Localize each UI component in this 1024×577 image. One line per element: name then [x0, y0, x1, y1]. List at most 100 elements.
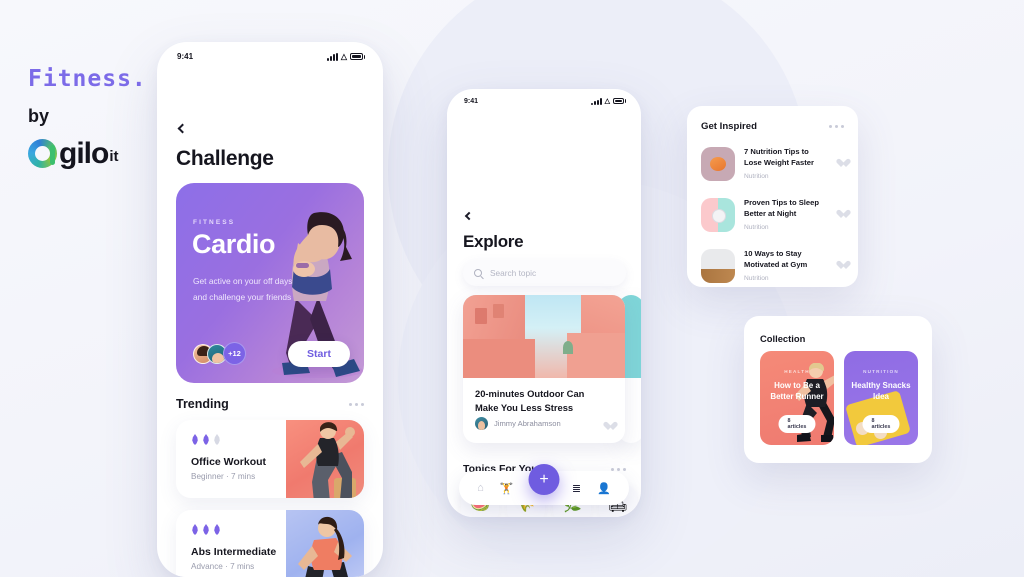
collection-card[interactable]: HEALTH How to Be a Better Runner 8 artic… — [760, 351, 834, 445]
collection-count: 8 articles — [778, 415, 816, 433]
collection-cards: HEALTH How to Be a Better Runner 8 artic… — [760, 351, 918, 445]
more-horizontal-icon[interactable] — [829, 125, 844, 128]
article-tag: Nutrition — [744, 223, 769, 231]
nav-feed-icon[interactable]: ≣ — [572, 482, 581, 495]
section-title: Trending — [176, 397, 229, 411]
section-title: Collection — [760, 333, 806, 344]
featured-image — [463, 295, 625, 378]
nav-workout-icon[interactable]: 🏋 — [500, 482, 514, 495]
difficulty-flames — [191, 524, 221, 535]
brand-block: Fitness. by gilo it — [28, 66, 147, 168]
status-indicators: △ — [590, 97, 624, 105]
article-title: 7 Nutrition Tips to Lose Weight Faster — [744, 147, 814, 167]
search-input[interactable]: Search topic — [463, 260, 626, 286]
trending-item-meta: Beginner · 7 mins — [191, 472, 256, 481]
card-kicker: FITNESS — [193, 219, 236, 226]
battery-icon — [613, 98, 624, 104]
phone-explore: 9:41 △ Explore Search topic 20-minutes O… — [447, 89, 641, 517]
featured-author-row: Jimmy Abrahamson — [475, 417, 561, 430]
building-right-lower — [567, 333, 625, 378]
brand-by-label: by — [28, 106, 50, 126]
workout-photo — [300, 422, 356, 498]
collection-panel: Collection HEALTH How to Be a Better Run… — [744, 316, 932, 463]
flame-icon — [202, 434, 210, 445]
agilo-suffix: it — [109, 148, 119, 165]
flame-icon — [202, 524, 210, 535]
section-title: Get Inspired — [701, 121, 757, 132]
add-button[interactable]: + — [528, 464, 560, 495]
agilo-logo: gilo it — [28, 136, 147, 170]
featured-article-card[interactable]: 20-minutes Outdoor Can Make You Less Str… — [463, 295, 625, 443]
collection-name: How to Be a Better Runner — [770, 381, 824, 402]
back-button[interactable] — [177, 123, 188, 134]
collection-name: Healthy Snacks Idea — [851, 381, 911, 402]
page-title: Explore — [463, 232, 524, 251]
featured-carousel[interactable]: 20-minutes Outdoor Can Make You Less Str… — [463, 295, 641, 443]
article-body: 10 Ways to Stay Motivated at Gym Nutriti… — [744, 249, 828, 282]
article-title: Proven Tips to Sleep Better at Night — [744, 198, 819, 218]
brand-title: Fitness. — [28, 66, 147, 92]
search-placeholder: Search topic — [490, 268, 537, 278]
avatar — [475, 417, 488, 430]
trending-item-name: Abs Intermediate — [191, 546, 277, 558]
phone-challenge: 9:41 △ Challenge FITNESS Cardio Get acti… — [157, 42, 383, 577]
agilo-wordmark: gilo — [59, 136, 109, 170]
trending-item-name: Office Workout — [191, 456, 267, 468]
phone-notch — [224, 42, 316, 62]
author-name: Jimmy Abrahamson — [494, 419, 561, 428]
wifi-icon: △ — [604, 98, 610, 105]
heart-icon[interactable] — [604, 422, 613, 431]
wifi-icon: △ — [340, 52, 347, 61]
participants-count-badge[interactable]: +12 — [223, 342, 246, 365]
article-title: 10 Ways to Stay Motivated at Gym — [744, 249, 808, 269]
get-inspired-panel: Get Inspired 7 Nutrition Tips to Lose We… — [687, 106, 858, 287]
collection-card[interactable]: NUTRITION Healthy Snacks Idea 8 articles — [844, 351, 918, 445]
trending-item-thumbnail — [286, 510, 364, 577]
search-icon — [474, 269, 482, 277]
article-thumbnail — [701, 197, 735, 232]
card-title: Cardio — [192, 229, 276, 259]
signal-icon — [590, 97, 602, 105]
article-thumbnail — [701, 146, 735, 181]
card-description: Get active on your off days and challeng… — [193, 276, 293, 302]
collection-kicker: HEALTH — [784, 369, 810, 374]
heart-icon-wrap[interactable] — [837, 257, 847, 275]
featured-title: 20-minutes Outdoor Can Make You Less Str… — [475, 388, 585, 413]
list-item[interactable]: 10 Ways to Stay Motivated at Gym Nutriti… — [701, 243, 847, 288]
flame-icon — [213, 434, 221, 445]
heart-icon[interactable] — [837, 159, 846, 168]
trending-header: Trending — [176, 397, 364, 411]
status-indicators: △ — [326, 52, 363, 61]
article-body: Proven Tips to Sleep Better at Night Nut… — [744, 198, 828, 231]
flame-icon — [191, 434, 199, 445]
more-horizontal-icon[interactable] — [349, 402, 364, 406]
article-tag: Nutrition — [744, 172, 769, 180]
get-inspired-header: Get Inspired — [701, 121, 844, 132]
palm-icon — [563, 341, 573, 354]
nav-home-icon[interactable]: ⌂ — [477, 482, 484, 494]
heart-icon[interactable] — [837, 210, 846, 219]
list-item[interactable]: 7 Nutrition Tips to Lose Weight Faster N… — [701, 141, 847, 186]
page-title: Challenge — [176, 147, 274, 170]
difficulty-flames — [191, 434, 221, 445]
flame-icon — [191, 524, 199, 535]
heart-icon[interactable] — [837, 261, 846, 270]
phone-notch — [505, 89, 583, 106]
flame-icon — [213, 524, 221, 535]
participants-group[interactable]: +12 — [193, 342, 246, 365]
collection-kicker: NUTRITION — [863, 369, 899, 374]
nav-profile-icon[interactable]: 👤 — [597, 482, 611, 495]
heart-icon-wrap[interactable] — [837, 206, 847, 224]
heart-icon-wrap[interactable] — [837, 155, 847, 173]
list-item[interactable]: Proven Tips to Sleep Better at Night Nut… — [701, 192, 847, 237]
trending-item-thumbnail — [286, 420, 364, 498]
status-time: 9:41 — [177, 52, 194, 61]
back-button[interactable] — [464, 211, 474, 221]
article-thumbnail — [701, 248, 735, 283]
window — [493, 304, 504, 318]
building-left-lower — [463, 339, 535, 378]
start-button[interactable]: Start — [288, 341, 350, 367]
trending-item[interactable]: Abs Intermediate Advance · 7 mins — [176, 510, 364, 577]
cardio-challenge-card[interactable]: FITNESS Cardio Get active on your off da… — [176, 183, 364, 383]
trending-item[interactable]: Office Workout Beginner · 7 mins — [176, 420, 364, 498]
